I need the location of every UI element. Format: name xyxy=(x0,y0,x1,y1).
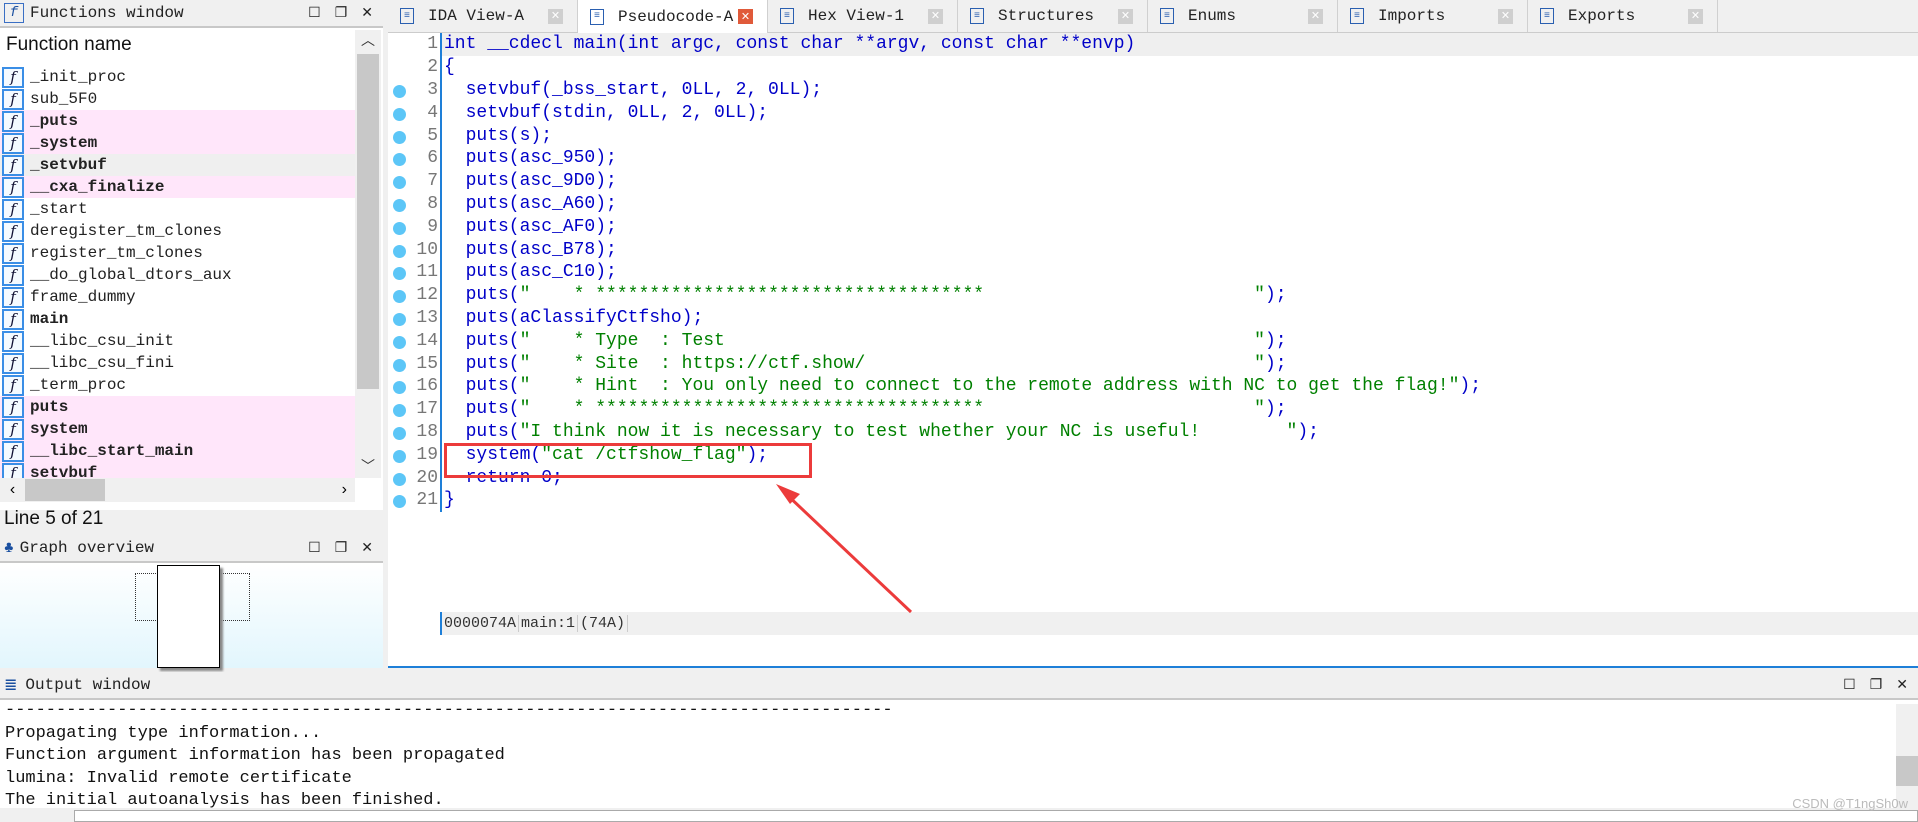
output-log[interactable]: ----------------------------------------… xyxy=(0,700,1918,810)
maximize-icon[interactable]: ☐ xyxy=(1843,677,1856,694)
command-input[interactable] xyxy=(74,810,1918,822)
output-line: lumina: Invalid remote certificate xyxy=(5,768,352,788)
output-window: ≣ Output window ☐ ❐ ✕ --------------------… xyxy=(0,672,1918,822)
output-icon: ≣ xyxy=(4,677,18,695)
output-window-title: Output window xyxy=(25,676,151,694)
scrollbar-thumb[interactable] xyxy=(1896,756,1918,786)
output-line: ----------------------------------------… xyxy=(5,701,893,720)
close-icon[interactable]: ✕ xyxy=(1896,677,1908,694)
output-scrollbar[interactable] xyxy=(1896,704,1918,809)
watermark: CSDN @T1ngSh0w xyxy=(1792,796,1908,811)
output-line: Function argument information has been p… xyxy=(5,746,505,765)
output-window-titlebar: ≣ Output window ☐ ❐ ✕ xyxy=(0,672,1918,700)
output-line: Propagating type information... xyxy=(5,723,322,743)
restore-icon[interactable]: ❐ xyxy=(1870,677,1883,694)
